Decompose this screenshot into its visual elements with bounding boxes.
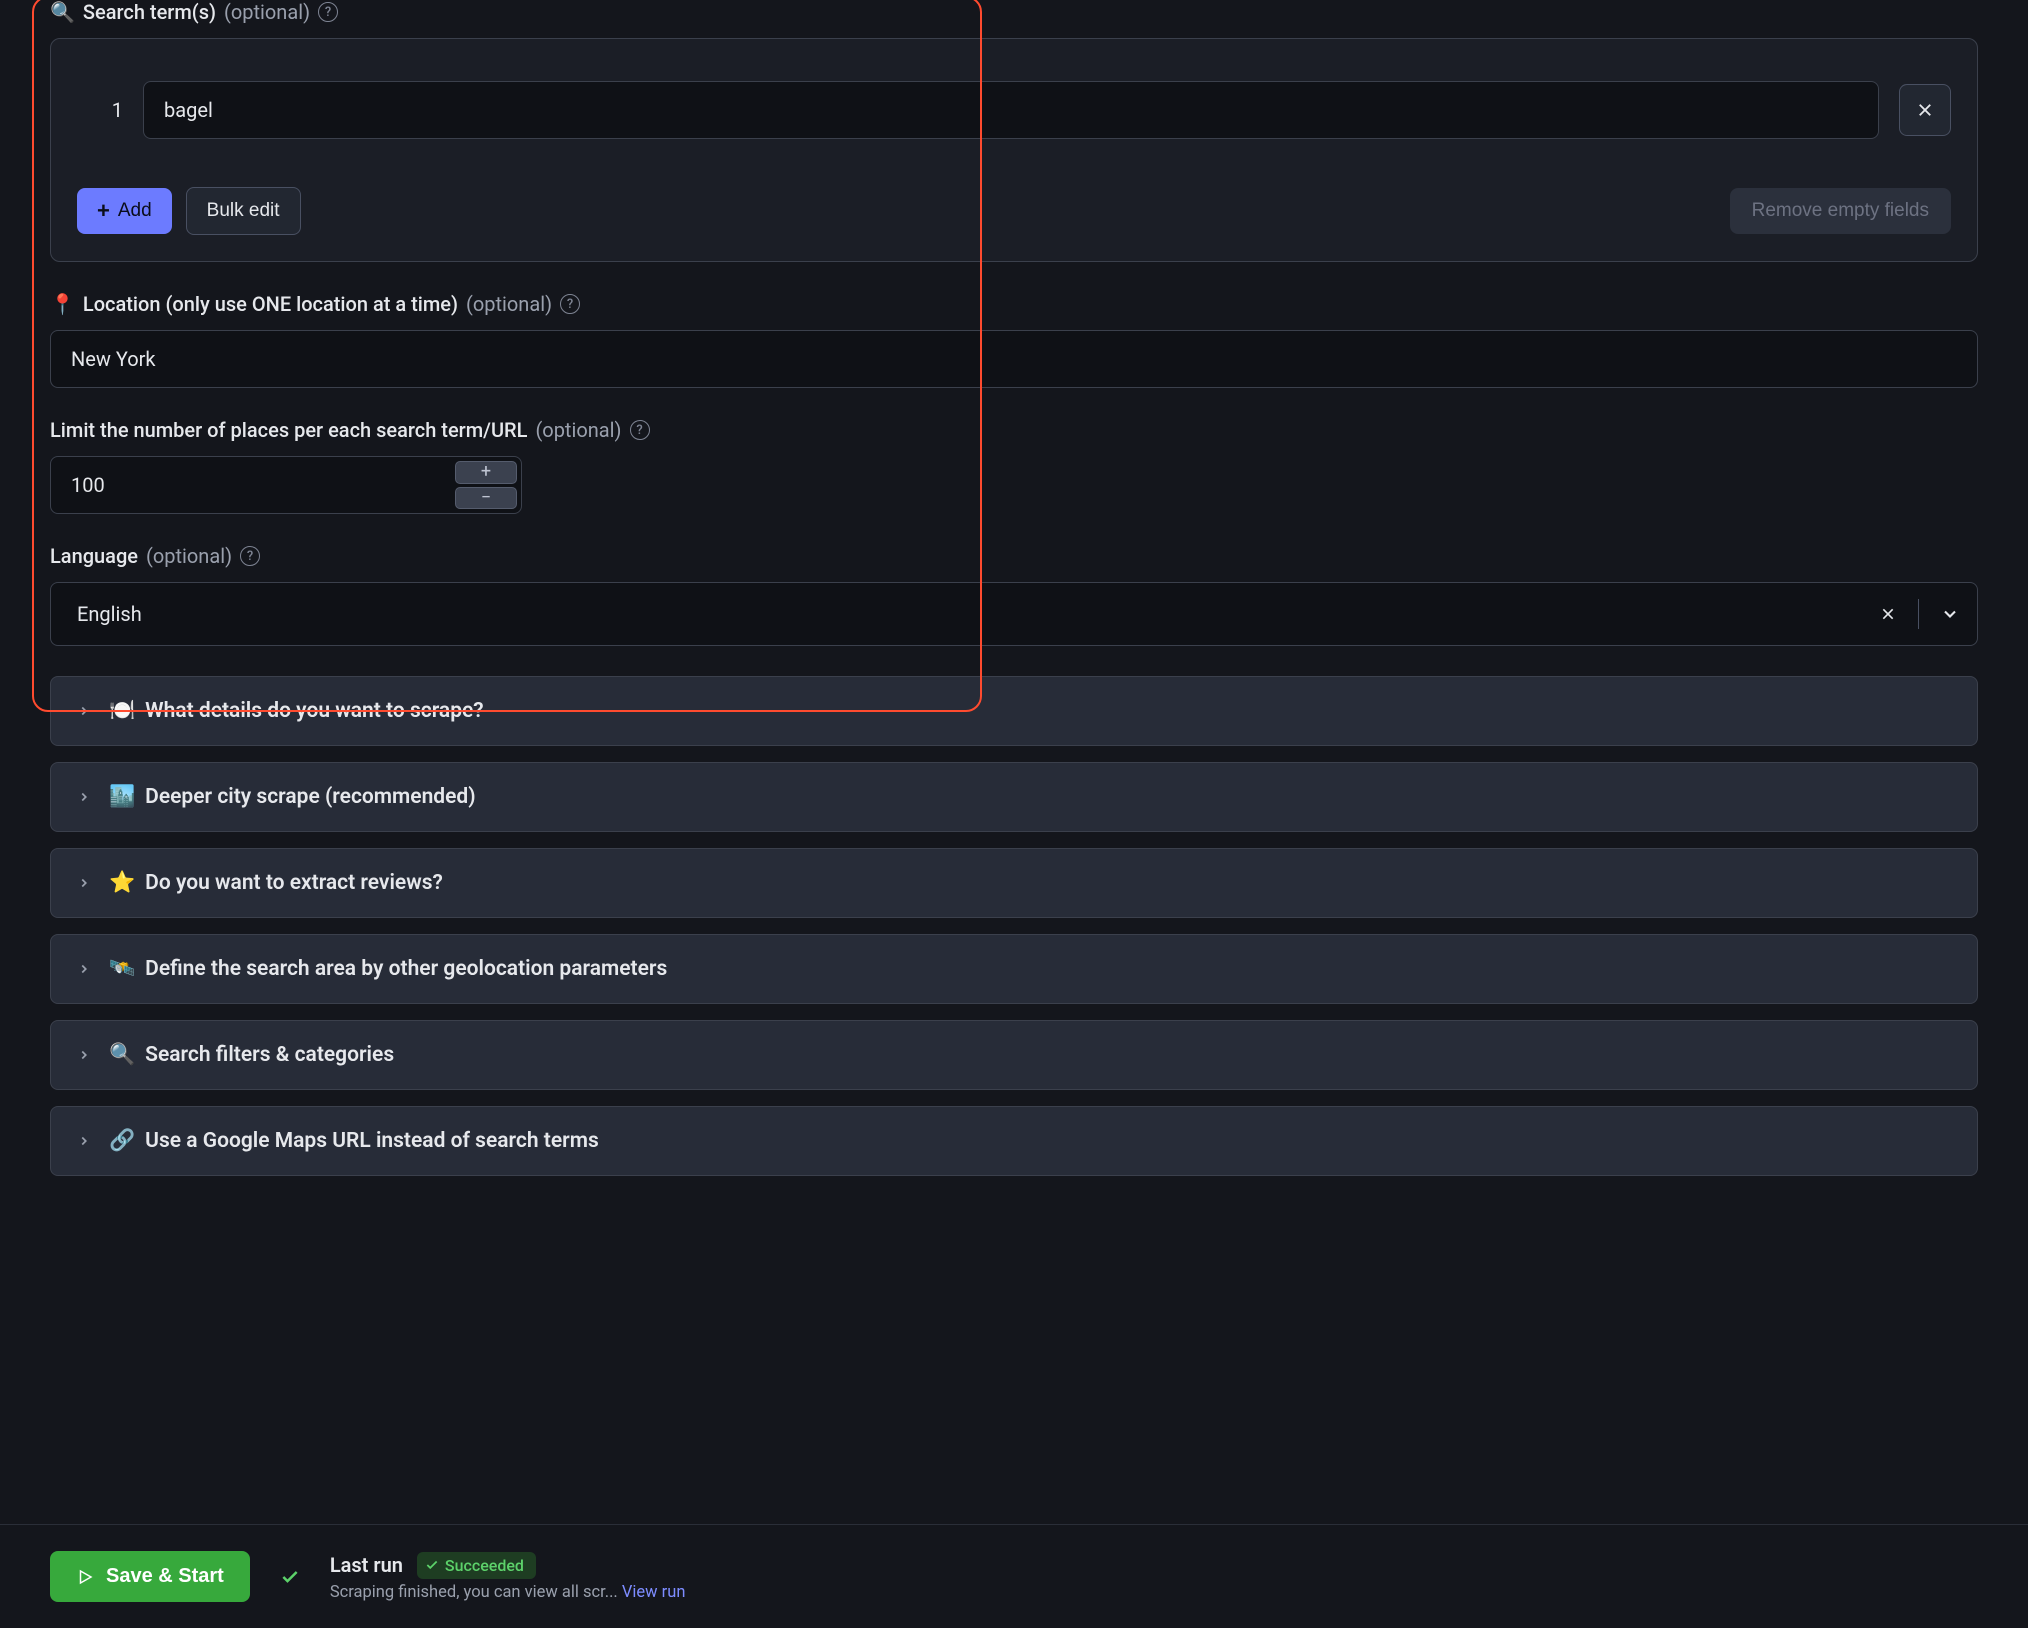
accordion-maps-url[interactable]: 🔗 Use a Google Maps URL instead of searc… [50, 1106, 1978, 1176]
close-icon [1916, 101, 1934, 119]
magnifier-icon: 🔍 [109, 1043, 135, 1067]
help-icon[interactable]: ? [560, 294, 580, 314]
last-run-subline: Scraping finished, you can view all scr.… [330, 1583, 686, 1602]
minus-icon: − [481, 489, 491, 507]
last-run-info: Last run Succeeded Scraping finished, yo… [330, 1552, 686, 1602]
limit-field: Limit the number of places per each sear… [50, 418, 1978, 514]
help-icon[interactable]: ? [240, 546, 260, 566]
plus-icon: + [481, 463, 491, 481]
decrement-button[interactable]: − [455, 487, 517, 510]
location-label-text: Location (only use ONE location at a tim… [83, 292, 458, 316]
accordion-title: 🔍 Search filters & categories [109, 1043, 394, 1067]
terms-actions: + Add Bulk edit Remove empty fields [77, 187, 1951, 235]
accordion-filters[interactable]: 🔍 Search filters & categories [50, 1020, 1978, 1090]
accordion-deeper-city[interactable]: 🏙️ Deeper city scrape (recommended) [50, 762, 1978, 832]
number-spinners: + − [455, 457, 521, 513]
accordion-title-text: Use a Google Maps URL instead of search … [145, 1129, 599, 1153]
plate-icon: 🍽️ [109, 699, 135, 723]
remove-term-button[interactable] [1899, 84, 1951, 136]
accordion-title-text: Define the search area by other geolocat… [145, 957, 667, 981]
location-optional: (optional) [466, 292, 552, 316]
bulk-edit-button[interactable]: Bulk edit [186, 187, 301, 235]
add-button-label: Add [118, 200, 152, 222]
accordion-title: 🔗 Use a Google Maps URL instead of searc… [109, 1129, 599, 1153]
save-start-label: Save & Start [106, 1565, 224, 1588]
chevron-right-icon [77, 704, 91, 718]
check-icon [280, 1567, 300, 1587]
accordion-title-text: Search filters & categories [145, 1043, 394, 1067]
status-badge: Succeeded [417, 1552, 536, 1579]
remove-empty-label: Remove empty fields [1752, 200, 1929, 222]
chevron-right-icon [77, 962, 91, 976]
language-label-text: Language [50, 544, 138, 568]
chevron-right-icon [77, 1048, 91, 1062]
add-term-button[interactable]: + Add [77, 188, 172, 234]
accordion-geolocation[interactable]: 🛰️ Define the search area by other geolo… [50, 934, 1978, 1004]
accordion-title: ⭐ Do you want to extract reviews? [109, 871, 443, 895]
chevron-right-icon [77, 1134, 91, 1148]
search-terms-label-text: Search term(s) [83, 0, 216, 24]
clear-select-button[interactable] [1878, 604, 1898, 624]
save-start-button[interactable]: Save & Start [50, 1551, 250, 1602]
close-icon [1880, 606, 1896, 622]
separator [1918, 599, 1919, 629]
remove-empty-button[interactable]: Remove empty fields [1730, 188, 1951, 234]
last-run-subtext: Scraping finished, you can view all scr.… [330, 1583, 618, 1602]
star-icon: ⭐ [109, 871, 135, 895]
play-icon [76, 1568, 94, 1586]
search-terms-field: 🔍 Search term(s) (optional) ? 1 [50, 0, 1978, 262]
accordion-title: 🛰️ Define the search area by other geolo… [109, 957, 667, 981]
language-optional: (optional) [146, 544, 232, 568]
pin-icon: 📍 [50, 292, 75, 316]
accordion-title: 🏙️ Deeper city scrape (recommended) [109, 785, 476, 809]
limit-label: Limit the number of places per each sear… [50, 418, 1978, 442]
help-icon[interactable]: ? [630, 420, 650, 440]
city-icon: 🏙️ [109, 785, 135, 809]
language-value: English [77, 602, 1858, 626]
footer-bar: Save & Start Last run Succeeded Scraping… [0, 1524, 2028, 1628]
select-toggle[interactable] [1939, 603, 1961, 625]
accordion-list: 🍽️ What details do you want to scrape? 🏙… [50, 676, 1978, 1176]
search-icon: 🔍 [50, 0, 75, 24]
increment-button[interactable]: + [455, 461, 517, 484]
satellite-icon: 🛰️ [109, 957, 135, 981]
chevron-down-icon [1940, 604, 1960, 624]
last-run-header: Last run Succeeded [330, 1552, 686, 1579]
search-term-row: 1 [77, 81, 1951, 139]
accordion-title-text: Do you want to extract reviews? [145, 871, 443, 895]
accordion-details[interactable]: 🍽️ What details do you want to scrape? [50, 676, 1978, 746]
search-terms-panel: 1 + Add Bulk edit [50, 38, 1978, 262]
check-icon [425, 1558, 439, 1572]
accordion-title-text: What details do you want to scrape? [145, 699, 483, 723]
limit-label-text: Limit the number of places per each sear… [50, 418, 527, 442]
view-run-link[interactable]: View run [622, 1583, 686, 1602]
language-select[interactable]: English [50, 582, 1978, 646]
help-icon[interactable]: ? [318, 2, 338, 22]
limit-optional: (optional) [535, 418, 621, 442]
last-run-title: Last run [330, 1553, 403, 1577]
location-field: 📍 Location (only use ONE location at a t… [50, 292, 1978, 388]
chevron-right-icon [77, 790, 91, 804]
location-input[interactable] [50, 330, 1978, 388]
plus-icon: + [97, 200, 110, 222]
search-terms-optional: (optional) [224, 0, 310, 24]
search-term-input[interactable] [143, 81, 1879, 139]
accordion-reviews[interactable]: ⭐ Do you want to extract reviews? [50, 848, 1978, 918]
search-terms-label: 🔍 Search term(s) (optional) ? [50, 0, 1978, 24]
language-field: Language (optional) ? English [50, 544, 1978, 646]
language-label: Language (optional) ? [50, 544, 1978, 568]
limit-input[interactable] [51, 457, 455, 513]
limit-input-wrap: + − [50, 456, 522, 514]
chevron-right-icon [77, 876, 91, 890]
location-label: 📍 Location (only use ONE location at a t… [50, 292, 1978, 316]
link-icon: 🔗 [109, 1129, 135, 1153]
bulk-edit-label: Bulk edit [207, 200, 280, 222]
accordion-title: 🍽️ What details do you want to scrape? [109, 699, 484, 723]
badge-text: Succeeded [445, 1556, 524, 1575]
term-index: 1 [77, 98, 123, 122]
accordion-title-text: Deeper city scrape (recommended) [145, 785, 475, 809]
